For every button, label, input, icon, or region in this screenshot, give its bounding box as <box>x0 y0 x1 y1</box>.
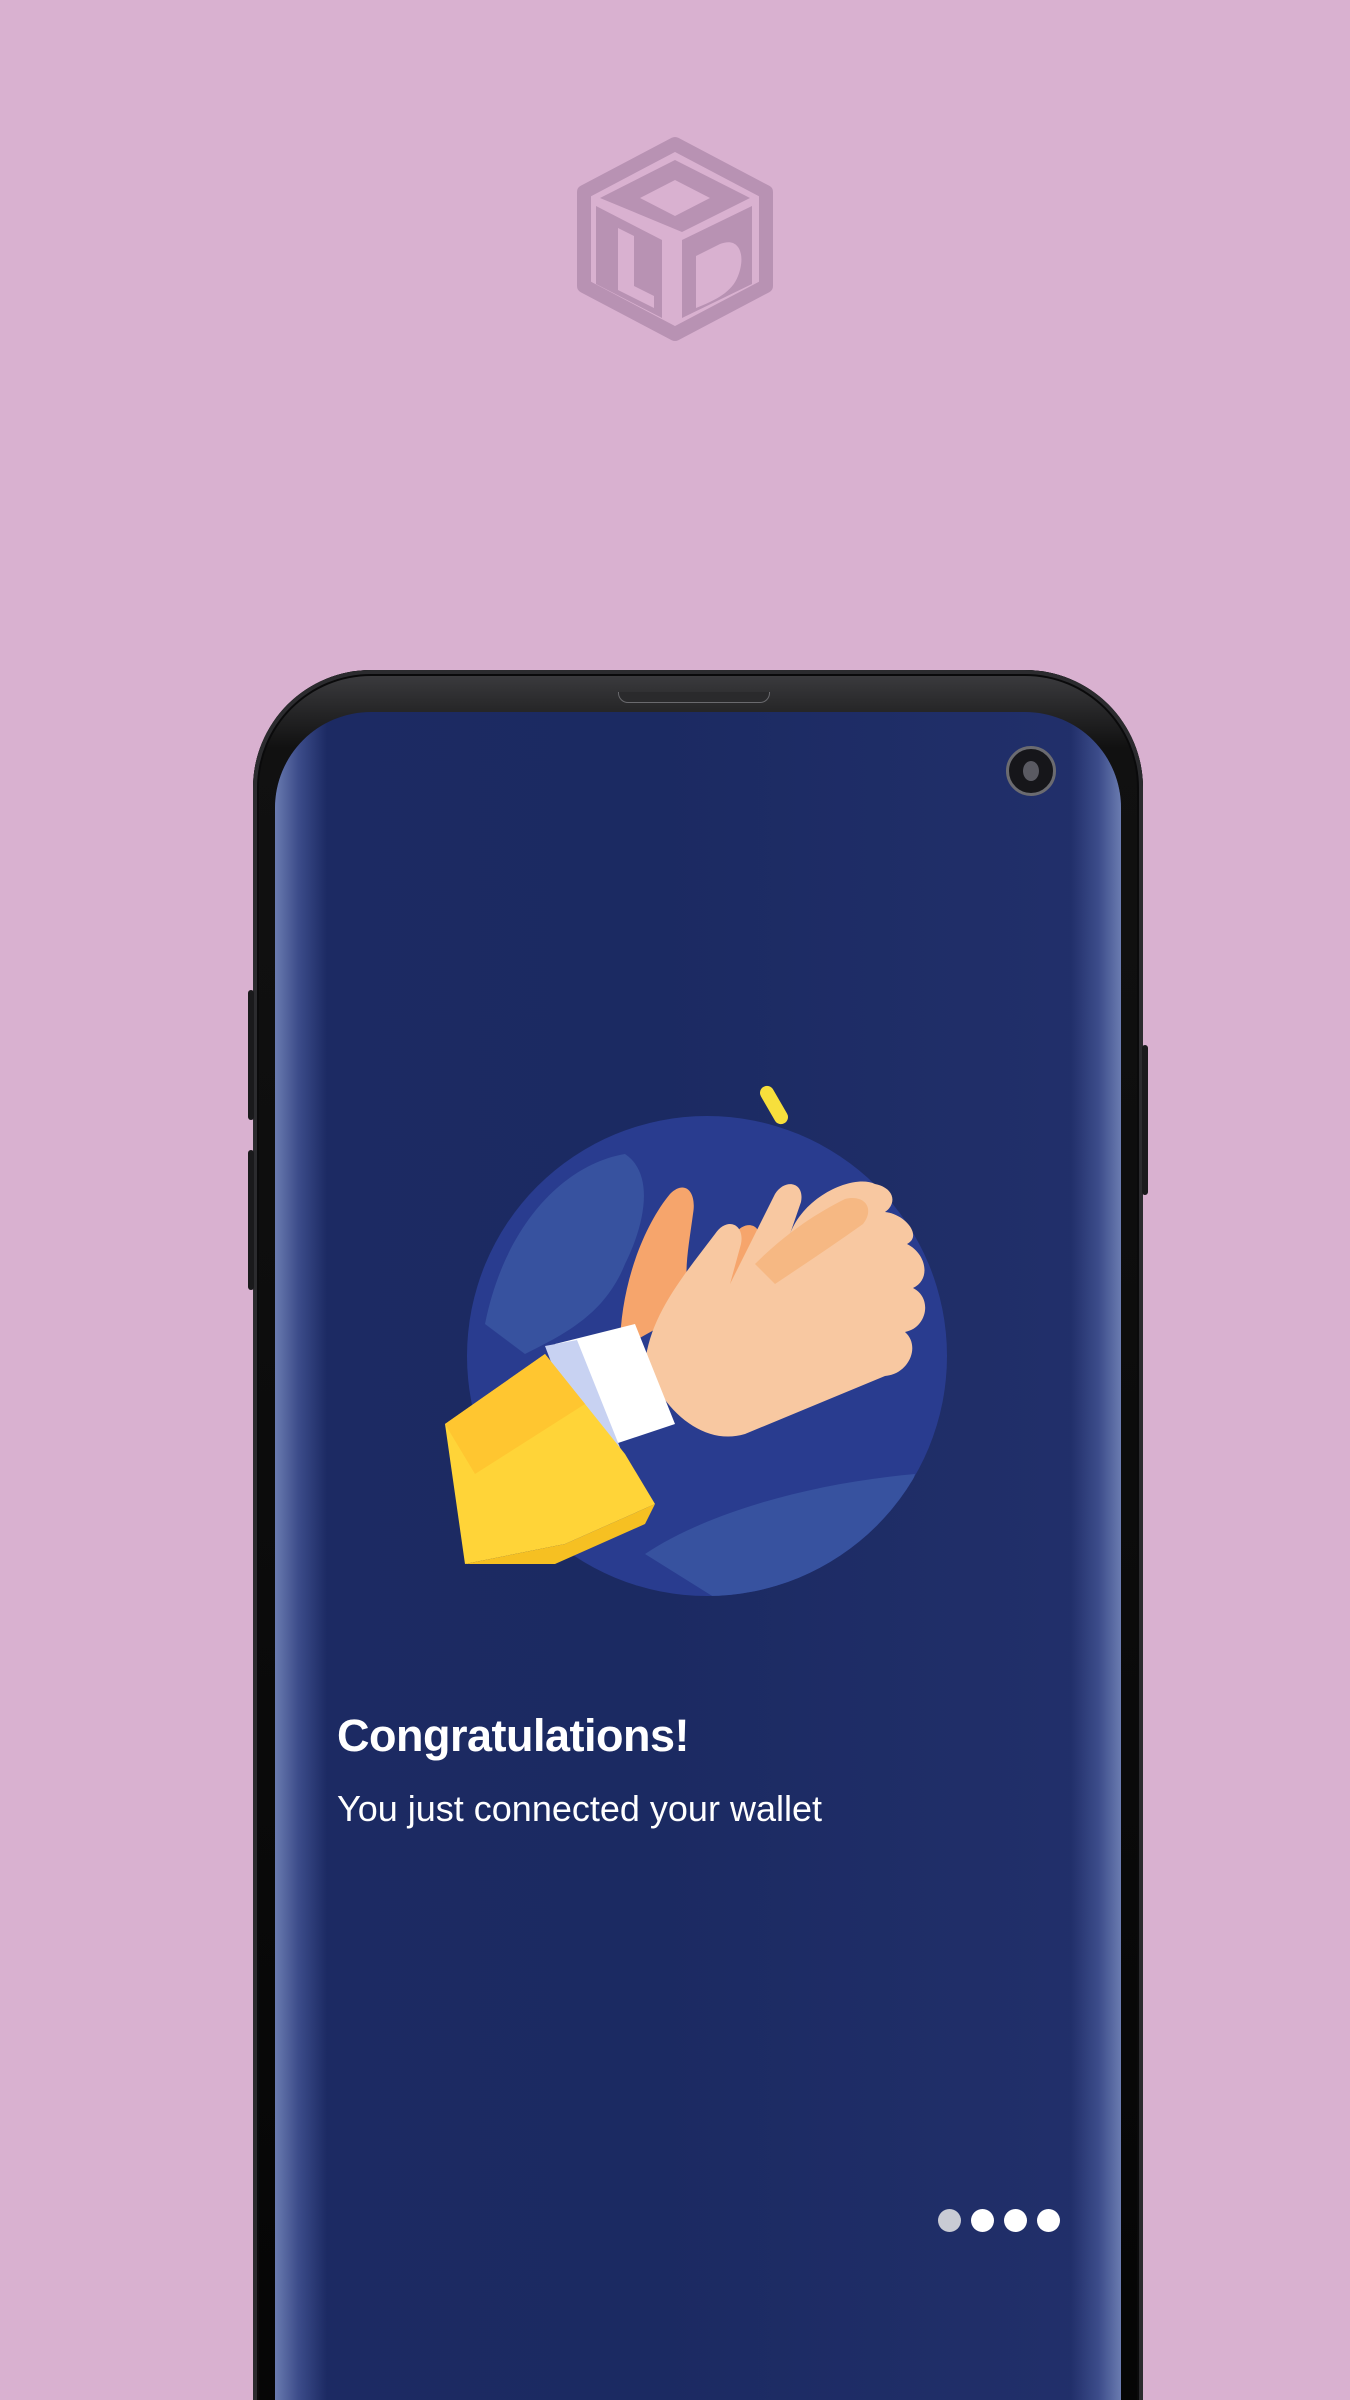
phone-bixby-button <box>248 1150 254 1290</box>
pager-dot-2[interactable] <box>971 2209 994 2232</box>
phone-volume-button <box>248 990 254 1120</box>
page-subtitle: You just connected your wallet <box>337 1788 822 1829</box>
pager-dot-1[interactable] <box>938 2209 961 2232</box>
app-screen: Congratulations! You just connected your… <box>275 712 1121 2400</box>
pager-dot-4[interactable] <box>1037 2209 1060 2232</box>
screen-edge-left <box>275 712 327 2400</box>
screen-edge-right <box>1071 712 1121 2400</box>
phone-power-button <box>1142 1045 1148 1195</box>
page-title: Congratulations! <box>337 1710 689 1761</box>
pager-dot-3[interactable] <box>1004 2209 1027 2232</box>
page-canvas: Congratulations! You just connected your… <box>0 0 1350 2400</box>
clapping-hands-icon <box>445 1085 947 1596</box>
phone-frame: Congratulations! You just connected your… <box>248 670 1148 2400</box>
pager-indicator <box>938 2209 1060 2232</box>
front-camera-icon <box>1006 746 1056 796</box>
cube-logo-icon <box>577 137 773 341</box>
phone-speaker <box>618 692 770 703</box>
